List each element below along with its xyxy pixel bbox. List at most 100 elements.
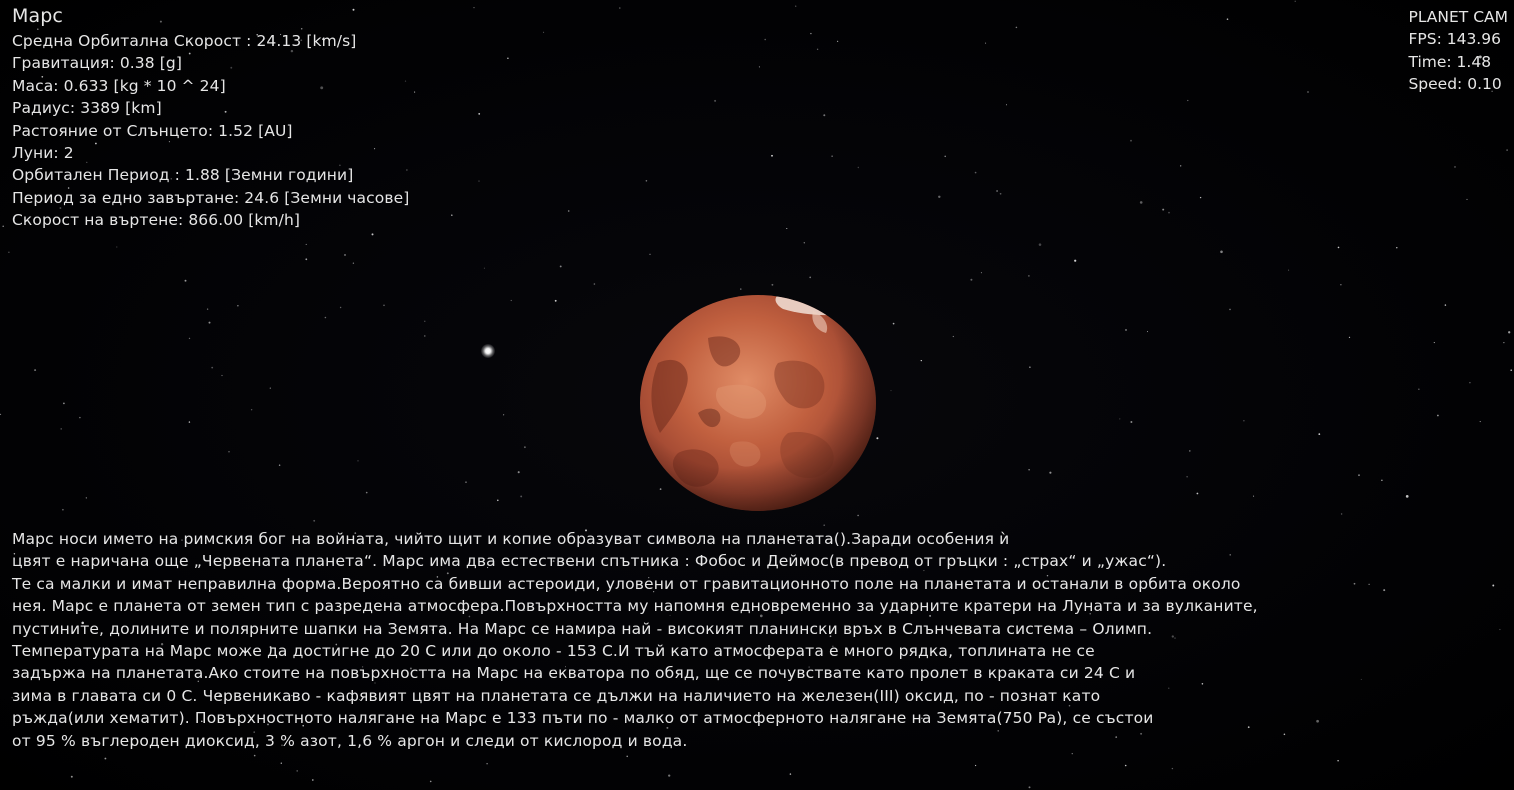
- star: [1171, 767, 1174, 770]
- star: [228, 451, 230, 453]
- star: [1139, 201, 1143, 204]
- star: [517, 471, 520, 474]
- star: [188, 421, 191, 423]
- star: [478, 180, 480, 182]
- star: [1180, 165, 1182, 167]
- description-line: нея. Марс е планета от земен тип с разре…: [12, 597, 1258, 616]
- star: [1187, 99, 1189, 102]
- mars-planet-icon[interactable]: [638, 293, 878, 513]
- star: [1186, 476, 1188, 478]
- star: [809, 276, 812, 279]
- star: [938, 195, 941, 199]
- star: [104, 757, 107, 760]
- star: [383, 304, 385, 307]
- camera-mode: PLANET CAM: [1408, 8, 1508, 26]
- star: [619, 7, 621, 9]
- star: [1508, 331, 1511, 334]
- star: [34, 369, 37, 372]
- star: [1005, 104, 1008, 106]
- star: [62, 508, 64, 511]
- planet-name: Марс: [12, 5, 63, 27]
- star: [206, 308, 209, 310]
- star: [1381, 479, 1383, 481]
- star: [1337, 246, 1340, 249]
- star: [1119, 418, 1121, 420]
- star: [1466, 198, 1468, 200]
- star: [324, 316, 327, 319]
- star: [1028, 786, 1031, 789]
- stat-radius: Радиус: 3389 [km]: [12, 99, 162, 118]
- star: [970, 278, 973, 281]
- star: [503, 414, 505, 416]
- star: [1506, 149, 1508, 151]
- planet-description: Марс носи името на римския бог на войнат…: [12, 528, 1507, 752]
- star: [1028, 469, 1030, 471]
- star: [944, 155, 946, 158]
- star: [1220, 250, 1223, 254]
- description-line: Те са малки и имат неправилна форма.Веро…: [12, 574, 1241, 593]
- star: [365, 491, 368, 494]
- star: [2, 225, 4, 228]
- star: [1029, 366, 1031, 368]
- star: [1433, 342, 1435, 344]
- star: [920, 359, 922, 362]
- star: [305, 258, 308, 261]
- star: [0, 413, 2, 416]
- star: [999, 192, 1002, 195]
- star: [486, 763, 488, 765]
- star: [524, 446, 526, 449]
- stat-orbital-period: Орбитален Период : 1.88 [Земни години]: [12, 166, 354, 185]
- description-line: зима в главата си 0 С. Червеникаво - каф…: [12, 686, 1101, 705]
- star: [63, 402, 65, 405]
- star: [789, 773, 792, 775]
- star: [559, 265, 562, 268]
- star: [1337, 759, 1339, 762]
- star: [1437, 414, 1439, 417]
- star: [803, 242, 805, 244]
- star: [344, 254, 346, 256]
- star: [1071, 753, 1073, 755]
- star: [253, 754, 256, 757]
- star: [371, 233, 374, 236]
- star: [520, 495, 523, 498]
- star: [1038, 243, 1042, 246]
- star: [823, 114, 826, 117]
- stat-rotation-speed: Скорост на въртене: 866.00 [km/h]: [12, 211, 301, 230]
- star: [758, 66, 760, 68]
- star: [974, 171, 977, 174]
- stat-orbital-speed: Средна Орбитална Скорост : 24.13 [km/s]: [12, 32, 357, 50]
- star: [497, 499, 499, 502]
- star: [339, 306, 342, 309]
- star: [1130, 139, 1132, 142]
- description-line: Марс носи името на римския бог на войнат…: [12, 530, 1010, 548]
- description-line: Температурата на Марс може да достигне д…: [12, 642, 1095, 661]
- star: [1405, 495, 1409, 498]
- stat-distance-from-sun: Растояние от Слънцето: 1.52 [AU]: [12, 121, 293, 140]
- star: [740, 288, 742, 290]
- star: [280, 762, 282, 764]
- star: [1418, 388, 1420, 390]
- star: [645, 180, 648, 182]
- star: [208, 321, 211, 324]
- star: [1229, 308, 1231, 311]
- star: [250, 408, 253, 411]
- star: [424, 320, 426, 322]
- time-readout: Time: 1.48: [1408, 52, 1492, 71]
- star: [1288, 269, 1290, 271]
- star: [1196, 492, 1199, 495]
- star: [305, 243, 307, 245]
- space-scene: Марс Средна Орбитална Скорост : 24.13 [k…: [0, 0, 1514, 790]
- description-line: пустините, долините и полярните шапки на…: [12, 619, 1153, 638]
- star: [221, 374, 223, 377]
- moon-dot-icon[interactable]: [481, 344, 495, 358]
- camera-info-panel: PLANET CAM FPS: 143.96 Time: 1.48 Speed:…: [1408, 6, 1508, 96]
- star: [451, 214, 453, 216]
- star: [1444, 304, 1447, 306]
- star: [1454, 165, 1456, 168]
- star: [414, 91, 416, 93]
- stat-rotation-period: Период за едно завъртане: 24.6 [Земни ча…: [12, 188, 410, 207]
- star: [952, 335, 954, 338]
- star: [1124, 764, 1127, 767]
- star: [593, 283, 596, 285]
- star: [465, 481, 467, 483]
